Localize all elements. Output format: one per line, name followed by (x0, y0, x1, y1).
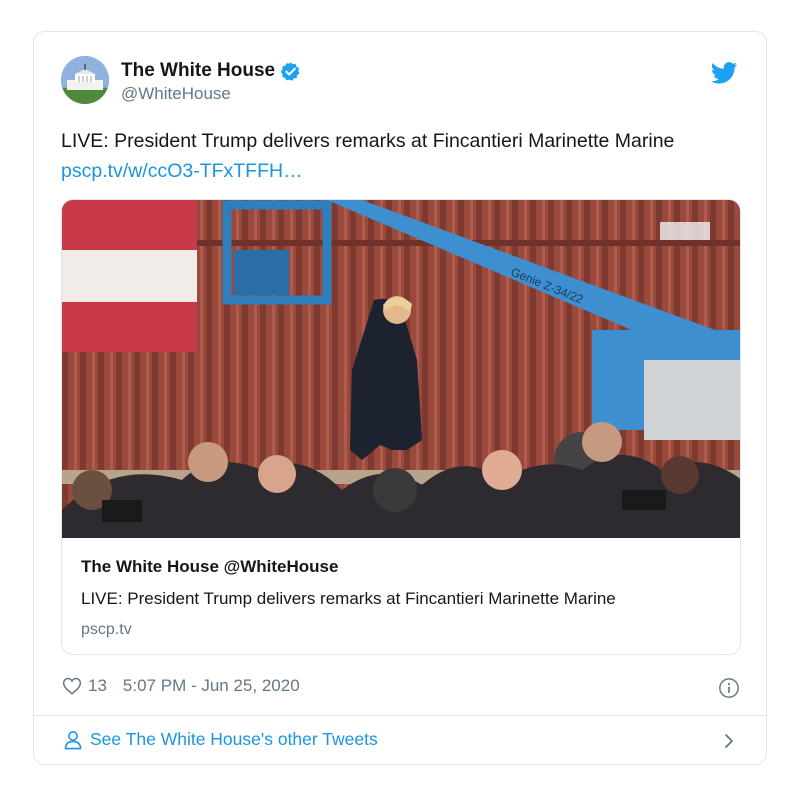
twitter-bird-icon[interactable] (711, 62, 738, 84)
author-name[interactable]: The White House (121, 60, 275, 82)
author-info[interactable]: The White House @WhiteHouse (121, 60, 301, 104)
link-card-description: LIVE: President Trump delivers remarks a… (81, 589, 616, 608)
avatar[interactable] (61, 56, 109, 104)
tweet-card: The White House @WhiteHouse LIVE: Presid… (33, 31, 767, 765)
verified-badge-icon (280, 61, 300, 81)
tweet-text: LIVE: President Trump delivers remarks a… (61, 130, 675, 152)
other-tweets-label[interactable]: See The White House's other Tweets (90, 729, 378, 750)
link-card-title: The White House @WhiteHouse (81, 557, 339, 576)
tweet-link[interactable]: pscp.tv/w/ccO3-TFxTFFH… (61, 156, 751, 186)
heart-icon[interactable] (62, 676, 82, 696)
other-tweets-link[interactable]: See The White House's other Tweets (64, 729, 378, 750)
link-card-image[interactable]: Genie Z-34/22 (62, 200, 741, 538)
link-card[interactable]: Genie Z-34/22 The White House @WhiteHous… (61, 199, 741, 655)
like-count[interactable]: 13 (88, 676, 107, 696)
chevron-right-icon[interactable] (722, 732, 736, 750)
link-card-info[interactable]: The White House @WhiteHouse LIVE: Presid… (62, 538, 740, 654)
timestamp[interactable]: 5:07 PM - Jun 25, 2020 (123, 676, 300, 696)
info-icon[interactable] (718, 677, 740, 699)
link-card-domain: pscp.tv (81, 621, 132, 638)
tweet-meta: 13 5:07 PM - Jun 25, 2020 (62, 676, 300, 696)
person-icon (64, 730, 82, 749)
author-handle[interactable]: @WhiteHouse (121, 84, 301, 104)
divider (34, 715, 766, 716)
